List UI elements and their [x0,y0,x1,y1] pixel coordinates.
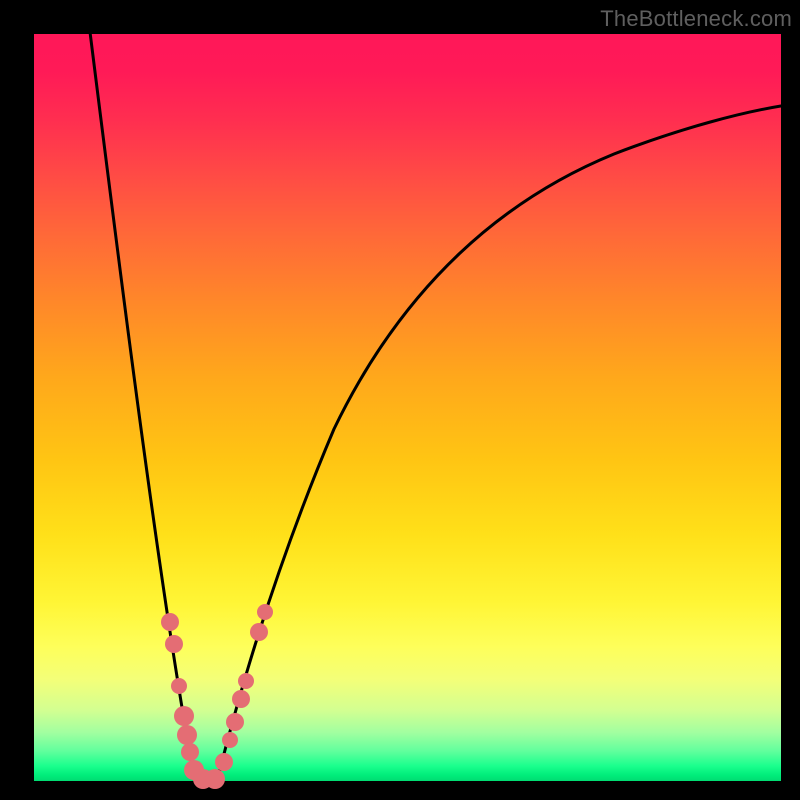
data-marker [177,725,197,745]
data-marker [205,769,225,789]
data-marker [238,673,254,689]
data-marker [257,604,273,620]
data-marker [226,713,244,731]
data-marker [181,743,199,761]
chart-stage: TheBottleneck.com [0,0,800,800]
watermark-text: TheBottleneck.com [600,6,792,32]
data-marker [161,613,179,631]
data-marker [232,690,250,708]
markers-layer [34,34,781,781]
data-marker [250,623,268,641]
data-marker [222,732,238,748]
data-marker [165,635,183,653]
data-marker [174,706,194,726]
plot-area [34,34,781,781]
data-marker [215,753,233,771]
data-marker [171,678,187,694]
